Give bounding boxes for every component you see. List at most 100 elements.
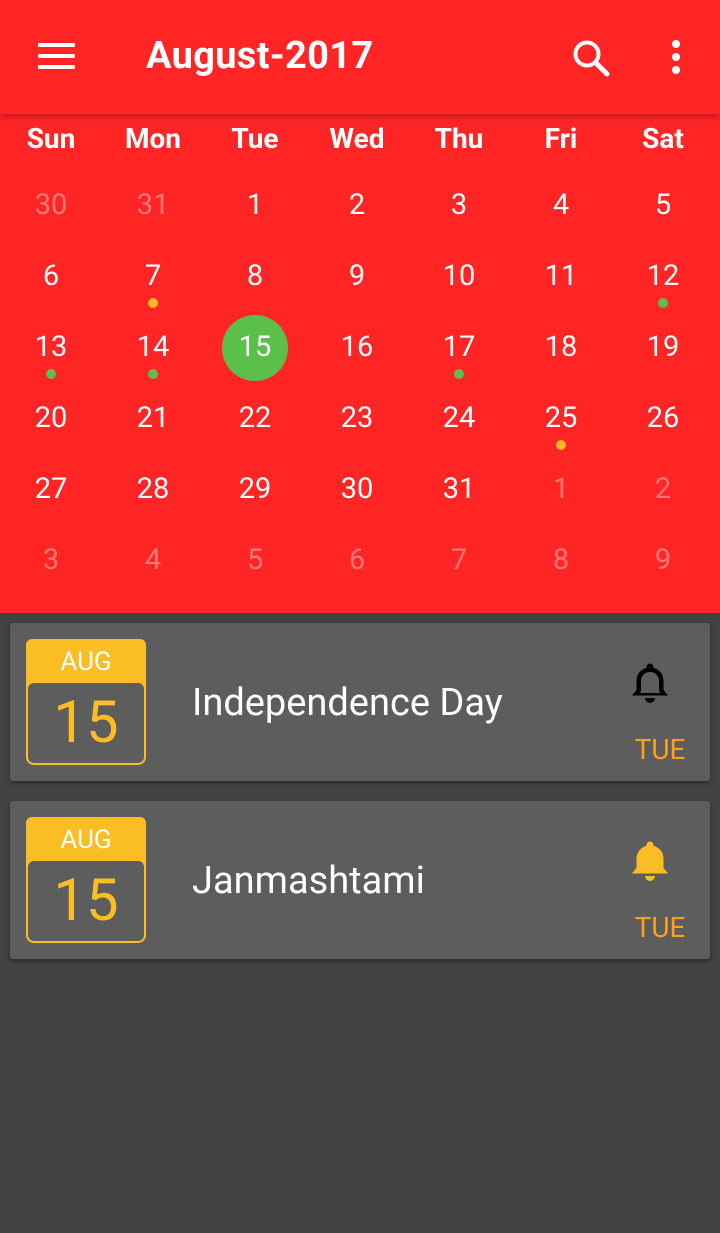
day-cell[interactable]: 30	[0, 175, 102, 246]
day-cell[interactable]: 25	[510, 388, 612, 459]
search-icon[interactable]	[568, 35, 616, 83]
day-number: 22	[238, 401, 272, 435]
day-cell[interactable]: 9	[612, 530, 714, 601]
day-cell[interactable]: 1	[510, 459, 612, 530]
day-number: 2	[348, 188, 366, 222]
event-dot-green	[46, 369, 56, 379]
day-number: 3	[42, 543, 60, 577]
badge-day: 15	[53, 867, 119, 935]
day-cell[interactable]: 28	[102, 459, 204, 530]
day-cell[interactable]: 5	[204, 530, 306, 601]
day-cell[interactable]: 4	[510, 175, 612, 246]
day-cell[interactable]: 2	[612, 459, 714, 530]
day-number: 13	[34, 330, 68, 364]
event-dot-green	[454, 369, 464, 379]
day-cell[interactable]: 13	[0, 317, 102, 388]
day-cell[interactable]: 30	[306, 459, 408, 530]
day-number: 6	[42, 259, 60, 293]
day-cell[interactable]: 6	[0, 246, 102, 317]
day-cell[interactable]: 29	[204, 459, 306, 530]
day-number: 20	[34, 401, 68, 435]
day-cell[interactable]: 18	[510, 317, 612, 388]
day-cell[interactable]: 12	[612, 246, 714, 317]
day-cell[interactable]: 3	[408, 175, 510, 246]
weekday-label-wed: Wed	[329, 122, 385, 155]
day-cell[interactable]: 11	[510, 246, 612, 317]
app-toolbar: August-2017	[0, 0, 720, 114]
bell-icon[interactable]	[630, 839, 670, 883]
day-cell[interactable]: 23	[306, 388, 408, 459]
weekday-label-sun: Sun	[26, 122, 76, 155]
day-number: 1	[246, 188, 264, 222]
day-cell[interactable]: 20	[0, 388, 102, 459]
day-cell[interactable]: 15	[204, 315, 306, 388]
event-dot-orange	[556, 440, 566, 450]
day-cell[interactable]: 3	[0, 530, 102, 601]
day-cell[interactable]: 27	[0, 459, 102, 530]
day-number: 6	[348, 543, 366, 577]
weekday-label-tue: Tue	[231, 122, 279, 155]
day-number: 24	[442, 401, 476, 435]
bell-icon[interactable]	[630, 661, 670, 705]
day-number: 8	[246, 259, 264, 293]
date-badge: AUG 15	[26, 639, 146, 765]
day-cell[interactable]: 5	[612, 175, 714, 246]
event-dot-green	[148, 369, 158, 379]
day-cell[interactable]: 7	[102, 246, 204, 317]
day-cell[interactable]: 16	[306, 317, 408, 388]
day-cell[interactable]: 9	[306, 246, 408, 317]
day-cell[interactable]: 19	[612, 317, 714, 388]
day-cell[interactable]: 1	[204, 175, 306, 246]
day-number: 27	[34, 472, 68, 506]
day-cell[interactable]: 10	[408, 246, 510, 317]
day-cell[interactable]: 26	[612, 388, 714, 459]
day-cell[interactable]: 31	[408, 459, 510, 530]
event-dot-orange	[148, 298, 158, 308]
day-number: 9	[348, 259, 366, 293]
day-cell[interactable]: 31	[102, 175, 204, 246]
day-number: 30	[340, 472, 374, 506]
menu-icon[interactable]	[30, 35, 82, 79]
day-number: 9	[654, 543, 672, 577]
day-cell[interactable]: 14	[102, 317, 204, 388]
day-number: 11	[544, 259, 578, 293]
day-number: 26	[646, 401, 680, 435]
day-cell[interactable]: 8	[204, 246, 306, 317]
day-cell[interactable]: 2	[306, 175, 408, 246]
weekday-label-sat: Sat	[642, 122, 684, 155]
day-number: 28	[136, 472, 170, 506]
day-number: 1	[552, 472, 570, 506]
day-cell[interactable]: 17	[408, 317, 510, 388]
event-title: Janmashtami	[192, 859, 425, 903]
day-cell[interactable]: 21	[102, 388, 204, 459]
day-cell[interactable]: 8	[510, 530, 612, 601]
day-number: 8	[552, 543, 570, 577]
day-cell[interactable]: 7	[408, 530, 510, 601]
day-number: 19	[646, 330, 680, 364]
day-number: 18	[544, 330, 578, 364]
day-number: 15	[238, 330, 272, 364]
day-number: 2	[654, 472, 672, 506]
day-number: 16	[340, 330, 374, 364]
event-weekday: TUE	[634, 733, 686, 766]
day-cell[interactable]: 4	[102, 530, 204, 601]
day-cell[interactable]: 6	[306, 530, 408, 601]
day-cell[interactable]: 22	[204, 388, 306, 459]
month-calendar: Sun Mon Tue Wed Thu Fri Sat 30 31 1 2 3 4 5 6 7 8 9 10 11 1…	[0, 114, 720, 613]
event-card[interactable]: AUG 15 Independence Day TUE	[10, 623, 710, 781]
badge-day-box: 15	[26, 859, 146, 943]
more-vert-icon[interactable]	[655, 35, 697, 83]
event-title: Independence Day	[192, 681, 503, 725]
badge-month: AUG	[60, 647, 112, 677]
event-card[interactable]: AUG 15 Janmashtami TUE	[10, 801, 710, 959]
event-weekday: TUE	[634, 911, 686, 944]
month-title[interactable]: August-2017	[146, 34, 373, 78]
day-cell[interactable]: 24	[408, 388, 510, 459]
day-number: 5	[246, 543, 264, 577]
badge-day-box: 15	[26, 681, 146, 765]
day-number: 7	[144, 259, 162, 293]
day-number: 3	[450, 188, 468, 222]
day-number: 4	[552, 188, 570, 222]
weekday-header: Sun Mon Tue Wed Thu Fri Sat	[0, 114, 720, 160]
weekday-label-mon: Mon	[124, 122, 181, 155]
